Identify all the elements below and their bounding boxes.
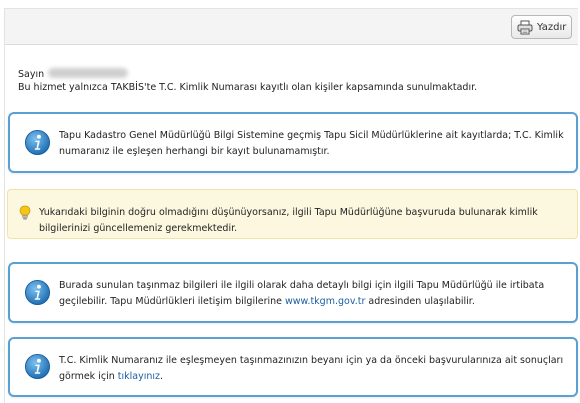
declaration-text: T.C. Kimlik Numaranız ile eşleşmeyen taş…	[59, 353, 568, 385]
contact-text: Burada sunulan taşınmaz bilgileri ile il…	[59, 278, 568, 310]
lightbulb-icon	[19, 205, 31, 220]
no-record-info-box: Tapu Kadastro Genel Müdürlüğü Bilgi Sist…	[8, 112, 578, 173]
click-here-link[interactable]: tıklayınız	[118, 371, 160, 382]
warning-text: Yukarıdaki bilginin doğru olmadığını düş…	[39, 207, 538, 234]
greeting: Sayın Bu hizmet yalnızca TAKBİS'te T.C. …	[18, 68, 477, 94]
contact-text-end: adresinden ulaşılabilir.	[365, 296, 475, 307]
info-icon	[24, 129, 51, 156]
service-notice: Bu hizmet yalnızca TAKBİS'te T.C. Kimlik…	[18, 82, 478, 93]
no-record-text: Tapu Kadastro Genel Müdürlüğü Bilgi Sist…	[59, 130, 564, 157]
contact-info-box: Burada sunulan taşınmaz bilgileri ile il…	[8, 262, 578, 323]
printer-icon	[517, 20, 533, 34]
print-button[interactable]: Yazdır	[511, 15, 572, 39]
tkgm-link[interactable]: www.tkgm.gov.tr	[285, 296, 365, 307]
info-icon	[24, 279, 51, 306]
warning-box: Yukarıdaki bilginin doğru olmadığını düş…	[7, 189, 578, 239]
redacted-name	[48, 68, 129, 78]
info-icon	[24, 353, 51, 380]
declaration-info-box: T.C. Kimlik Numaranız ile eşleşmeyen taş…	[8, 337, 578, 397]
toolbar: Yazdır	[5, 9, 578, 45]
declaration-text-end: .	[160, 371, 164, 382]
print-label: Yazdır	[537, 21, 567, 33]
salutation: Sayın	[18, 69, 45, 80]
